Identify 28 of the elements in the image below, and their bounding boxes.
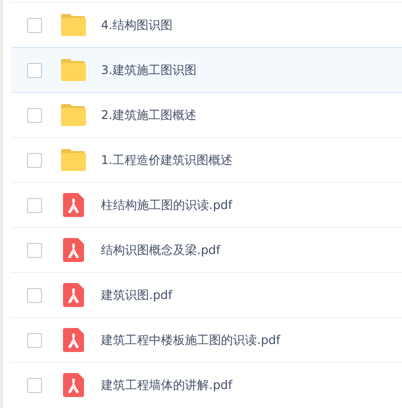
checkbox[interactable] [27, 288, 42, 302]
checkbox[interactable] [27, 332, 42, 348]
file-name[interactable]: 建筑识图.pdf [101, 286, 172, 304]
pdf-file-icon [62, 283, 84, 307]
checkbox[interactable] [27, 198, 42, 212]
pdf-file-icon [62, 193, 84, 217]
file-name[interactable]: 结构识图概念及梁.pdf [101, 242, 220, 258]
folder-icon [60, 104, 86, 126]
pdf-file-icon [62, 238, 84, 262]
folder-icon [60, 59, 86, 81]
checkbox[interactable] [27, 18, 42, 32]
file-name[interactable]: 柱结构施工图的识读.pdf [101, 196, 232, 214]
pdf-file-icon [62, 373, 84, 397]
file-name[interactable]: 1.工程造价建筑识图概述 [101, 152, 232, 168]
checkbox[interactable] [27, 152, 42, 168]
file-name[interactable]: 建筑工程中楼板施工图的识读.pdf [101, 332, 280, 348]
file-name[interactable]: 3.建筑施工图识图 [101, 62, 196, 78]
folder-icon [60, 14, 86, 36]
pdf-file-icon [62, 328, 84, 352]
checkbox[interactable] [27, 242, 42, 258]
file-name[interactable]: 2.建筑施工图概述 [101, 106, 196, 124]
file-name[interactable]: 4.结构图识图 [101, 16, 172, 34]
folder-icon [60, 149, 86, 171]
file-name[interactable]: 建筑工程墙体的讲解.pdf [101, 376, 232, 394]
checkbox[interactable] [27, 378, 42, 392]
checkbox[interactable] [27, 62, 42, 78]
highlighted-row[interactable]: 3.建筑施工图识图 [11, 47, 402, 93]
checkbox[interactable] [27, 108, 42, 122]
